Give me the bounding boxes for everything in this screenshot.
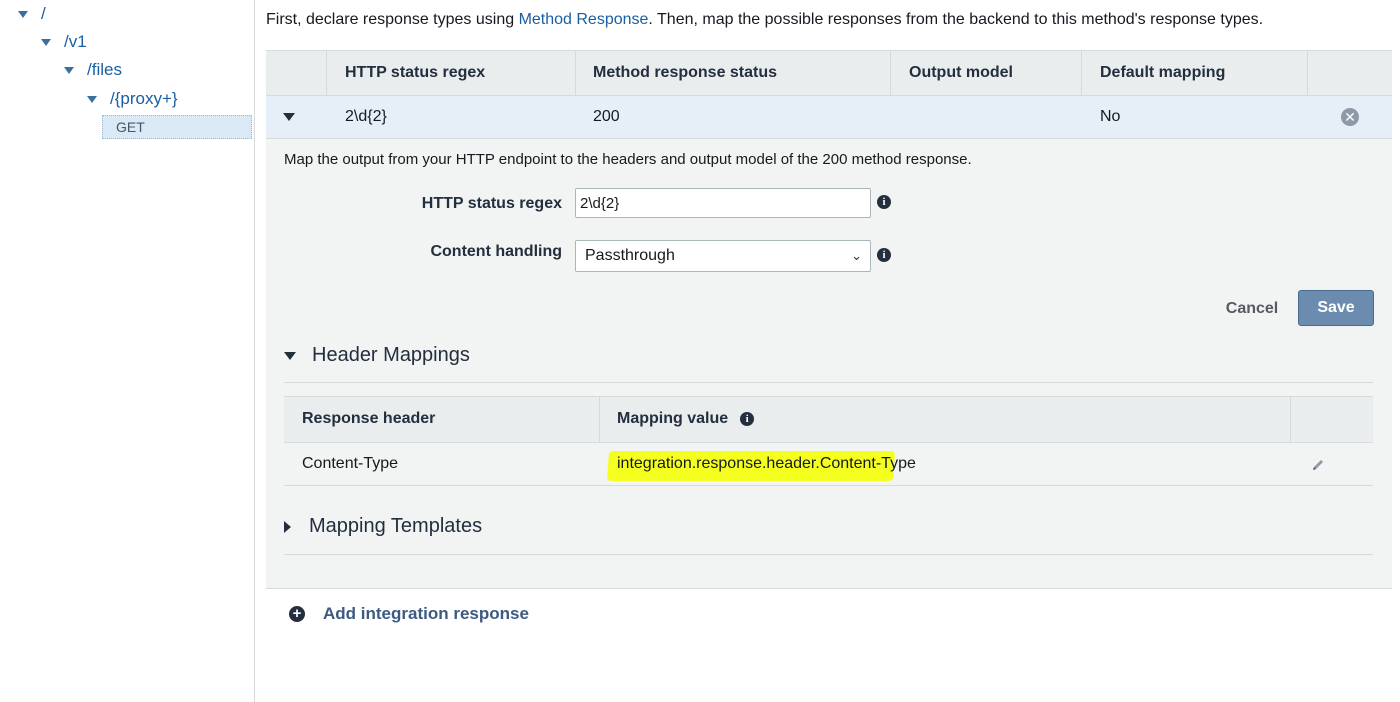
column-divider	[1290, 397, 1291, 442]
section-title[interactable]: Header Mappings	[312, 344, 470, 367]
header-mappings-table: Response header Mapping value i Content-…	[284, 396, 1373, 486]
mapping-templates-toggle[interactable]: Mapping Templates	[284, 515, 482, 538]
column-header-default-mapping: Default mapping	[1100, 64, 1226, 81]
column-header-regex: HTTP status regex	[345, 64, 486, 81]
intro-after: . Then, map the possible responses from …	[648, 11, 1264, 28]
header-mappings-table-header: Response header Mapping value i	[284, 396, 1373, 443]
content-handling-value: Passthrough	[585, 247, 675, 264]
tree-node-get-method[interactable]: GET	[102, 115, 252, 139]
content-handling-label: Content handling	[430, 243, 562, 260]
add-integration-response[interactable]: + Add integration response	[289, 604, 529, 624]
caret-right-icon[interactable]	[284, 520, 291, 533]
pencil-icon[interactable]	[1310, 457, 1326, 473]
tree-divider	[254, 0, 255, 702]
caret-down-icon[interactable]	[64, 66, 74, 74]
plus-circle-icon[interactable]: +	[289, 606, 305, 622]
section-divider	[284, 554, 1373, 555]
table-row[interactable]: Content-Type integration.response.header…	[284, 443, 1373, 486]
remove-circle-icon[interactable]: ✕	[1341, 108, 1359, 126]
tree-node-files[interactable]: /files	[64, 58, 122, 82]
method-response-link[interactable]: Method Response	[519, 11, 649, 28]
mapping-description: Map the output from your HTTP endpoint t…	[284, 151, 972, 168]
resource-tree: / /v1 /files /{proxy+} GET	[0, 0, 255, 702]
column-header-output-model: Output model	[909, 64, 1013, 81]
section-divider	[284, 382, 1373, 383]
status-regex-label: HTTP status regex	[421, 195, 562, 212]
tree-node-label[interactable]: /	[41, 4, 46, 24]
tree-node-v1[interactable]: /v1	[41, 30, 87, 54]
save-button[interactable]: Save	[1298, 290, 1374, 326]
intro-text: First, declare response types using Meth…	[266, 11, 1263, 29]
intro-before: First, declare response types using	[266, 11, 519, 28]
tree-node-proxy[interactable]: /{proxy+}	[87, 87, 178, 111]
add-integration-response-link[interactable]: Add integration response	[323, 604, 529, 624]
column-header-response-header: Response header	[302, 410, 436, 427]
tree-node-label[interactable]: /files	[87, 60, 122, 80]
info-icon[interactable]: i	[877, 195, 891, 209]
status-regex-input[interactable]	[575, 188, 871, 218]
column-header-mapping-value: Mapping value i	[599, 397, 755, 441]
info-icon[interactable]: i	[740, 412, 755, 426]
response-regex-cell: 2\d{2}	[345, 108, 387, 125]
caret-down-icon[interactable]	[284, 351, 296, 360]
column-header-label: Mapping value	[617, 410, 729, 427]
tree-node-label[interactable]: /{proxy+}	[110, 89, 178, 109]
response-default-mapping-cell: No	[1100, 108, 1121, 125]
info-icon[interactable]: i	[877, 248, 891, 262]
response-status-cell: 200	[593, 108, 620, 125]
responses-table-header: HTTP status regex Method response status…	[266, 50, 1392, 96]
tree-node-label[interactable]: /v1	[64, 32, 87, 52]
response-row[interactable]: 2\d{2} 200 No ✕	[266, 96, 1392, 139]
chevron-down-icon: ⌄	[851, 248, 862, 263]
column-header-status: Method response status	[593, 64, 778, 81]
caret-down-icon[interactable]	[41, 38, 51, 46]
content-handling-select[interactable]: Passthrough ⌄	[575, 240, 871, 272]
tree-node-root[interactable]: /	[18, 2, 46, 26]
response-header-cell: Content-Type	[302, 455, 399, 472]
cancel-button[interactable]: Cancel	[1216, 294, 1288, 324]
header-mappings-toggle[interactable]: Header Mappings	[284, 344, 470, 367]
integration-response-panel: HTTP status regex Method response status…	[266, 50, 1392, 589]
response-output-model-cell	[891, 96, 909, 138]
caret-down-icon[interactable]	[87, 95, 97, 103]
caret-down-icon[interactable]	[283, 113, 295, 121]
caret-down-icon[interactable]	[18, 10, 28, 18]
section-title[interactable]: Mapping Templates	[309, 515, 482, 538]
column-divider	[1307, 51, 1308, 95]
mapping-value-cell: integration.response.header.Content-Type	[617, 455, 916, 472]
